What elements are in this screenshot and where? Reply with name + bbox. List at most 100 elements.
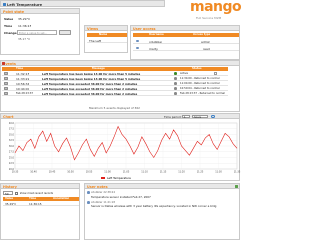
events-panel: Events Time Message Status 11:32:15 Left… (0, 60, 240, 112)
event-status: 11:34:00 - Returned to normal (180, 77, 220, 80)
user-icon (136, 39, 139, 43)
event-status-icon (174, 92, 177, 95)
event-message: Left Temperature has exceeded 36.00 for … (42, 92, 138, 96)
y-tick-label: 25.0 (9, 156, 15, 159)
add-note-icon[interactable] (235, 184, 239, 188)
events-footer: Maximum 5 events displayed of 362 (89, 106, 140, 110)
logo-tagline: Full Service M2M (196, 15, 222, 20)
logo-text: mango (190, 0, 242, 15)
x-tick-label: 10:50 (67, 171, 74, 174)
x-tick-label: 11:05 (123, 171, 130, 174)
x-tick-label: 11:10 (141, 171, 148, 174)
column-header: Username (149, 33, 164, 36)
user-notes-panel: User notes xdubbler 22:38:24 Temperature… (84, 183, 240, 240)
note-text: Temperature sensor installed Feb 27, 200… (91, 194, 151, 199)
point-icon (2, 2, 6, 6)
value-label: Value (4, 17, 14, 21)
recent-records-checkbox[interactable] (15, 191, 18, 195)
x-tick-label: 11:35 (234, 171, 241, 174)
alarm-level-icon (4, 87, 8, 90)
time-label: Time (4, 24, 13, 28)
panel-title: Views (87, 26, 99, 31)
column-header: Message (92, 67, 105, 70)
set-value-button[interactable] (59, 30, 71, 35)
panel-title: Point state (3, 9, 25, 14)
list-item: xdubbler 22:38:24 Temperature sensor ins… (87, 191, 237, 200)
column-header: Time (29, 197, 37, 200)
column-header: Name (99, 33, 108, 36)
set-value-input[interactable]: Enter a value to set... (17, 30, 57, 35)
alarm-level-icon (4, 82, 8, 85)
table-row: 35.29°C 11:36:15 (3, 201, 79, 206)
legend-swatch (101, 177, 105, 179)
refresh-icon[interactable] (211, 114, 215, 119)
panel-title: User notes (87, 184, 108, 189)
username: marty (149, 46, 158, 51)
event-status-icon (174, 82, 177, 85)
time-period-unit-select[interactable]: hours (192, 114, 208, 119)
column-header: Value (5, 197, 14, 200)
chart-svg: 40.037.535.032.530.027.525.022.520.0 10:… (9, 122, 241, 180)
time-period-input[interactable]: 1 (182, 114, 190, 119)
x-tick-label: 11:00 (104, 171, 111, 174)
history-count-input[interactable]: 50 (3, 191, 13, 197)
panel-title: User access (133, 26, 156, 31)
point-title-bar: Left Temperature (0, 0, 165, 7)
event-status: 10:50:04 - Returned to normal (180, 87, 220, 90)
y-tick-label: 32.5 (9, 139, 15, 142)
set-value-placeholder: Enter a value to set... (19, 31, 47, 35)
y-tick-label: 40.0 (9, 122, 15, 125)
event-time: Feb 28 23:37 (16, 92, 34, 95)
events-icon (2, 62, 5, 65)
column-header: Access type (193, 33, 211, 36)
events-rows: 11:32:15 Left Temperature has been below… (2, 71, 228, 96)
event-status-icon (174, 87, 177, 90)
recent-records-label: Show most recent records (19, 191, 54, 195)
x-tick-label: 11:25 (197, 171, 204, 174)
history-count: 50 (5, 192, 9, 197)
x-tick-label: 10:55 (86, 171, 93, 174)
time-readout: 11:36:15 (18, 24, 32, 28)
note-text: Sensor is Dallas wireless with 3 year ba… (91, 203, 217, 208)
event-status-icon (174, 77, 177, 80)
x-tick-label: 10:35 (12, 171, 19, 174)
y-tick-label: 27.5 (9, 151, 15, 154)
acknowledge-button[interactable] (214, 72, 217, 75)
y-tick-label: 35.0 (9, 133, 15, 136)
events-table-header: Time Message Status (2, 67, 228, 71)
access-type: read (203, 46, 210, 51)
logo: mango Full Service M2M (190, 0, 242, 24)
y-tick-label: 37.5 (9, 128, 15, 131)
access-type: admin (201, 39, 211, 44)
page-title: Left Temperature (7, 2, 43, 7)
column-header: Annotation (53, 197, 70, 200)
view-name: The Left (89, 39, 102, 43)
user-access-panel: User access Username Access type xdubble… (130, 25, 240, 60)
list-item: xdubbler 11:21:18 Sensor is Dallas wirel… (87, 201, 237, 213)
user-icon (136, 46, 139, 50)
event-status-icon (174, 72, 177, 75)
event-status: Feb 28 23:37 - Returned to normal (180, 92, 225, 95)
alarm-level-icon (4, 77, 8, 80)
column-header: Status (192, 67, 202, 70)
note-user-icon (87, 201, 90, 204)
x-tick-label: 10:45 (49, 171, 56, 174)
username: xdubbler (149, 39, 163, 44)
views-panel: Views Name The Left (84, 25, 128, 53)
chart-panel: Chart Time period: 1 hours 40.0 37.5 35.0 3… (0, 113, 241, 181)
history-table-header: Value Time Annotation (3, 197, 79, 201)
history-value: 35.29°C (5, 202, 17, 206)
alarm-level-icon (4, 72, 8, 75)
value-readout: 35.29°C (18, 17, 31, 21)
note-user-icon (87, 191, 90, 194)
note-header: xdubbler 22:38:24 (91, 191, 115, 194)
change-current: 35.17 °C (18, 37, 31, 41)
y-tick-label: 30.0 (9, 145, 15, 148)
column-header: Time (16, 67, 24, 70)
point-state-panel: Point state Value 35.29°C Time 11:36:15 … (0, 8, 80, 55)
list-item[interactable]: The Left (87, 38, 127, 43)
table-row: Feb 28 23:37 Left Temperature has exceed… (2, 91, 228, 96)
views-table-header: Name (87, 33, 127, 37)
x-tick-label: 10:40 (30, 171, 37, 174)
event-status: 11:04:00 - Returned to normal (180, 82, 220, 85)
